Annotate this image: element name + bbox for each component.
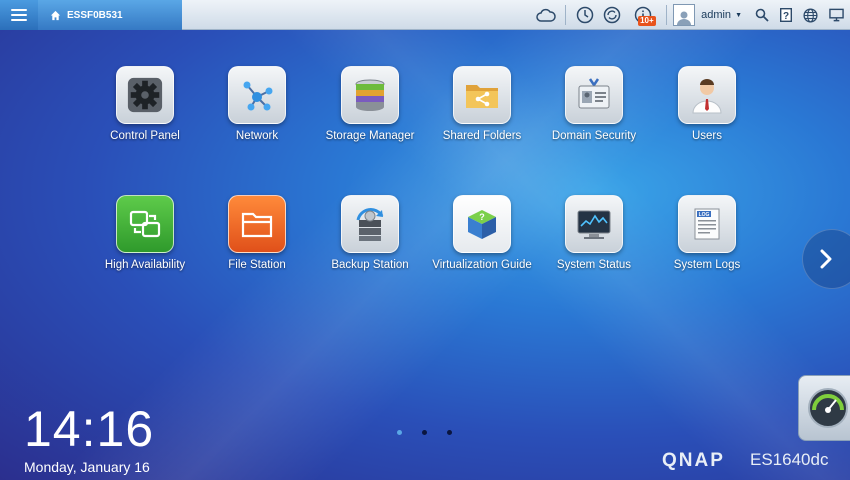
app-backup-station[interactable]: Backup Station <box>314 195 426 271</box>
language-button[interactable] <box>798 0 822 30</box>
notifications-button[interactable]: 10+ <box>626 0 660 30</box>
chevron-down-icon: ▼ <box>735 11 742 19</box>
app-virtualization-guide[interactable]: ? Virtualization Guide <box>426 195 538 271</box>
app-control-panel[interactable]: Control Panel <box>89 66 201 142</box>
app-tile <box>228 66 286 124</box>
desktop-preferences-button[interactable] <box>822 0 850 30</box>
app-network[interactable]: Network <box>201 66 313 142</box>
page-dot[interactable] <box>397 430 402 435</box>
backup-icon <box>356 208 384 241</box>
app-shared-folders[interactable]: Shared Folders <box>426 66 538 142</box>
app-label: Virtualization Guide <box>432 259 532 271</box>
app-label: Storage Manager <box>325 130 415 142</box>
dashboard-button[interactable] <box>798 375 850 441</box>
ha-icon <box>129 210 161 238</box>
sync-button[interactable] <box>598 0 626 30</box>
app-label: Backup Station <box>331 259 409 271</box>
device-name: ESSF0B531 <box>67 9 123 21</box>
svg-text:LOG: LOG <box>699 212 710 218</box>
notification-badge: 10+ <box>638 16 656 26</box>
user-icon <box>692 79 722 114</box>
top-toolbar: 10+ admin ▼ ? <box>533 0 850 30</box>
menu-icon <box>11 9 27 21</box>
folder-share-icon <box>466 85 498 108</box>
app-storage-manager[interactable]: Storage Manager <box>314 66 426 142</box>
network-icon <box>243 81 273 111</box>
app-tile <box>116 66 174 124</box>
clock-icon <box>576 6 594 24</box>
app-file-station[interactable]: File Station <box>201 195 313 271</box>
app-label: High Availability <box>104 259 186 271</box>
help-button[interactable]: ? <box>774 0 798 30</box>
toolbar-divider <box>565 5 567 25</box>
app-tile <box>565 195 623 253</box>
top-bar: ESSF0B531 10+ admin ▼ ? <box>0 0 850 30</box>
status-monitor-icon <box>577 210 611 239</box>
sync-icon <box>603 6 621 24</box>
brand-logo: QNAP <box>662 450 725 471</box>
monitor-icon <box>828 8 844 22</box>
storage-icon <box>355 79 385 111</box>
background-tasks-button[interactable] <box>572 0 598 30</box>
app-tile <box>116 195 174 253</box>
log-icon: LOG <box>694 208 720 240</box>
home-tab[interactable]: ESSF0B531 <box>38 0 182 30</box>
page-dot[interactable] <box>422 430 427 435</box>
page-indicator <box>397 430 452 435</box>
home-icon <box>50 10 61 20</box>
app-high-availability[interactable]: High Availability <box>89 195 201 271</box>
cloud-button[interactable] <box>533 0 559 30</box>
folder-icon <box>241 212 273 238</box>
clock-date: Monday, January 16 <box>24 459 150 475</box>
device-model: ES1640dc <box>750 450 829 469</box>
app-system-status[interactable]: System Status <box>538 195 650 271</box>
app-label: System Status <box>556 259 632 271</box>
svg-text:?: ? <box>479 212 485 222</box>
search-icon <box>755 8 769 22</box>
globe-icon <box>802 7 818 23</box>
app-label: Control Panel <box>110 130 180 142</box>
svg-text:?: ? <box>783 11 789 22</box>
app-tile <box>453 66 511 124</box>
username-label: admin <box>701 9 732 21</box>
user-menu[interactable]: admin ▼ <box>673 0 750 30</box>
toolbar-divider <box>666 5 668 25</box>
app-tile <box>341 66 399 124</box>
main-menu-button[interactable] <box>0 0 38 30</box>
page-dot[interactable] <box>447 430 452 435</box>
app-label: System Logs <box>673 259 741 271</box>
app-tile: ? <box>453 195 511 253</box>
app-label: File Station <box>228 259 286 271</box>
help-icon: ? <box>780 8 792 22</box>
gauge-icon <box>808 388 848 428</box>
app-label: Users <box>691 130 723 142</box>
app-system-logs[interactable]: LOG System Logs <box>651 195 763 271</box>
app-tile <box>228 195 286 253</box>
cloud-icon <box>536 8 556 22</box>
avatar-icon <box>673 4 696 26</box>
next-page-button[interactable] <box>802 229 850 289</box>
clock-time: 14:16 <box>24 401 155 457</box>
app-tile <box>678 66 736 124</box>
app-label: Shared Folders <box>442 130 522 142</box>
app-label: Domain Security <box>551 130 637 142</box>
chevron-right-icon <box>820 249 832 269</box>
search-button[interactable] <box>750 0 774 30</box>
app-label: Network <box>235 130 279 142</box>
app-tile: LOG <box>678 195 736 253</box>
cube-icon: ? <box>468 210 496 239</box>
app-users[interactable]: Users <box>651 66 763 142</box>
app-tile <box>341 195 399 253</box>
gear-icon <box>127 77 163 113</box>
id-card-icon <box>578 78 610 109</box>
app-domain-security[interactable]: Domain Security <box>538 66 650 142</box>
app-tile <box>565 66 623 124</box>
